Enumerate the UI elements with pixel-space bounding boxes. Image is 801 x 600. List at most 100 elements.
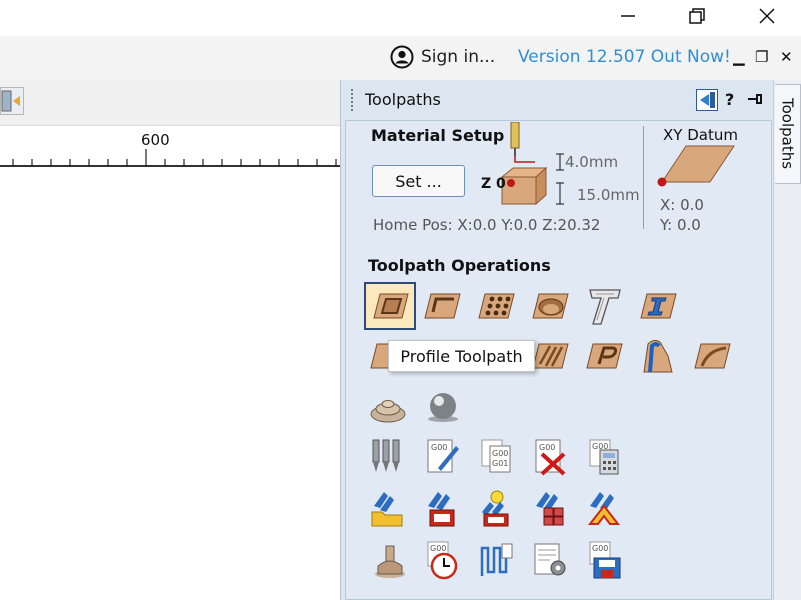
save-gcode-icon: G00 bbox=[589, 541, 621, 579]
moulding-profile-button[interactable] bbox=[636, 334, 680, 378]
ruler-ticks bbox=[12, 149, 337, 167]
panel-header: Toolpaths ? bbox=[341, 80, 774, 120]
open-toolpath-template-button[interactable] bbox=[366, 486, 410, 530]
save-toolpaths-button[interactable]: G00 bbox=[582, 538, 626, 582]
texture-toolpath-button[interactable] bbox=[690, 334, 734, 378]
home-position-text: Home Pos: X:0.0 Y:0.0 Z:20.32 bbox=[373, 216, 601, 234]
sign-in-button[interactable]: Sign in... bbox=[390, 44, 495, 70]
estimate-time-button[interactable]: G00 bbox=[582, 434, 626, 478]
inlay-toolpath-icon bbox=[640, 293, 677, 319]
preview-icon bbox=[375, 545, 405, 578]
minimize-icon bbox=[621, 15, 635, 17]
title-bar bbox=[0, 0, 801, 36]
drilling-toolpath-button[interactable] bbox=[474, 284, 518, 328]
merge-template-icon bbox=[587, 492, 621, 525]
restore-icon bbox=[689, 8, 705, 24]
toolpath-summary-button[interactable] bbox=[474, 538, 518, 582]
edit-gcode-icon: G00 bbox=[427, 439, 459, 473]
help-button[interactable]: ? bbox=[725, 90, 734, 109]
divider bbox=[643, 126, 644, 229]
nesting-template-icon bbox=[536, 492, 564, 526]
pin-icon bbox=[748, 94, 762, 104]
moulding-toolpath-icon bbox=[532, 293, 569, 319]
arrow-left-icon bbox=[700, 92, 715, 108]
close-button[interactable] bbox=[744, 0, 790, 32]
profile-toolpath-icon bbox=[373, 293, 409, 319]
svg-text:G00: G00 bbox=[431, 443, 447, 452]
save-toolpath-template-button[interactable] bbox=[420, 486, 464, 530]
3d-roughing-button[interactable] bbox=[366, 384, 410, 428]
pocket-toolpath-icon bbox=[424, 293, 461, 319]
moulding-profile-icon bbox=[643, 339, 673, 373]
tool-database-icon bbox=[372, 439, 400, 472]
toolpath-timer-button[interactable]: G00 bbox=[420, 538, 464, 582]
calculator-icon: G00 bbox=[589, 439, 619, 475]
mdi-close-button[interactable]: ✕ bbox=[780, 48, 793, 66]
tool-database-button[interactable] bbox=[366, 434, 410, 478]
texture-toolpath-icon bbox=[694, 343, 731, 369]
inlay-toolpath-button[interactable] bbox=[636, 284, 680, 328]
material-thickness-value: 15.0mm bbox=[577, 186, 640, 204]
delete-gcode-icon: G00 bbox=[535, 439, 566, 476]
moulding-toolpath-button[interactable] bbox=[528, 284, 572, 328]
svg-text:G01: G01 bbox=[492, 459, 508, 468]
mdi-minimize-button[interactable]: ▁ bbox=[733, 48, 745, 66]
version-update-link[interactable]: Version 12.507 Out Now! bbox=[518, 47, 731, 67]
restore-button[interactable] bbox=[674, 0, 720, 32]
merge-template-button[interactable] bbox=[582, 486, 626, 530]
tooltip: Profile Toolpath bbox=[388, 340, 535, 372]
drilling-toolpath-icon bbox=[478, 293, 515, 319]
nesting-template-button[interactable] bbox=[528, 486, 572, 530]
panel-title: Toolpaths bbox=[365, 90, 441, 109]
minimize-button[interactable] bbox=[605, 0, 651, 32]
3d-roughing-icon bbox=[370, 400, 406, 423]
profile-toolpath-button[interactable] bbox=[364, 282, 416, 330]
toolbar-button[interactable] bbox=[0, 87, 24, 115]
drawing-canvas[interactable] bbox=[0, 169, 340, 600]
layout-icon bbox=[1, 90, 20, 112]
toolpath-operations-heading: Toolpath Operations bbox=[368, 256, 551, 275]
3d-finishing-icon bbox=[428, 393, 458, 422]
delete-gcode-button[interactable]: G00 bbox=[528, 434, 572, 478]
xy-datum-icon[interactable] bbox=[654, 145, 738, 191]
side-tab-label: Toolpaths bbox=[778, 98, 797, 170]
3d-finishing-button[interactable] bbox=[420, 384, 464, 428]
view-toolbar bbox=[0, 80, 340, 126]
horizontal-ruler: 600 bbox=[0, 127, 340, 167]
tool-clearance-value: 4.0mm bbox=[565, 153, 619, 171]
merge-gcode-button[interactable]: G00 G01 bbox=[474, 434, 518, 478]
template-wizard-button[interactable] bbox=[474, 486, 518, 530]
pocket-toolpath-button[interactable] bbox=[420, 284, 464, 328]
drag-grip-icon[interactable] bbox=[351, 89, 354, 111]
svg-text:G00: G00 bbox=[539, 443, 555, 452]
clock-icon: G00 bbox=[427, 541, 458, 580]
material-set-button[interactable]: Set ... bbox=[372, 165, 465, 197]
svg-text:G00: G00 bbox=[592, 544, 608, 553]
xy-datum-heading: XY Datum bbox=[663, 126, 738, 144]
fluting-toolpath-icon bbox=[532, 343, 569, 369]
tab-toolpaths[interactable]: Toolpaths bbox=[775, 84, 801, 184]
merge-gcode-icon: G00 G01 bbox=[481, 439, 511, 473]
svg-text:G00: G00 bbox=[430, 544, 446, 553]
sign-in-label: Sign in... bbox=[421, 47, 496, 67]
close-icon bbox=[759, 8, 775, 24]
z-zero-label: Z 0 bbox=[481, 176, 506, 192]
post-processor-settings-button[interactable] bbox=[528, 538, 572, 582]
vcarve-toolpath-button[interactable] bbox=[582, 284, 626, 328]
save-template-icon bbox=[428, 492, 455, 527]
svg-text:G00: G00 bbox=[492, 449, 508, 458]
mdi-restore-button[interactable]: ❐ bbox=[755, 48, 768, 66]
menu-status-bar: Sign in... Version 12.507 Out Now! ▁ ❐ ✕ bbox=[0, 36, 801, 80]
vcarve-text-icon bbox=[589, 289, 621, 325]
toolpath-summary-icon bbox=[480, 543, 513, 576]
datum-x-value: X: 0.0 bbox=[660, 196, 704, 214]
open-folder-icon bbox=[371, 492, 403, 527]
lightbulb-template-icon bbox=[482, 490, 509, 527]
preview-toolpaths-button[interactable] bbox=[366, 538, 410, 582]
panel-toggle-button[interactable] bbox=[696, 89, 718, 111]
edit-gcode-button[interactable]: G00 bbox=[420, 434, 464, 478]
quick-engrave-button[interactable] bbox=[582, 334, 626, 378]
settings-gear-icon bbox=[534, 543, 566, 576]
user-account-icon bbox=[390, 45, 414, 69]
pin-button[interactable] bbox=[747, 90, 763, 112]
